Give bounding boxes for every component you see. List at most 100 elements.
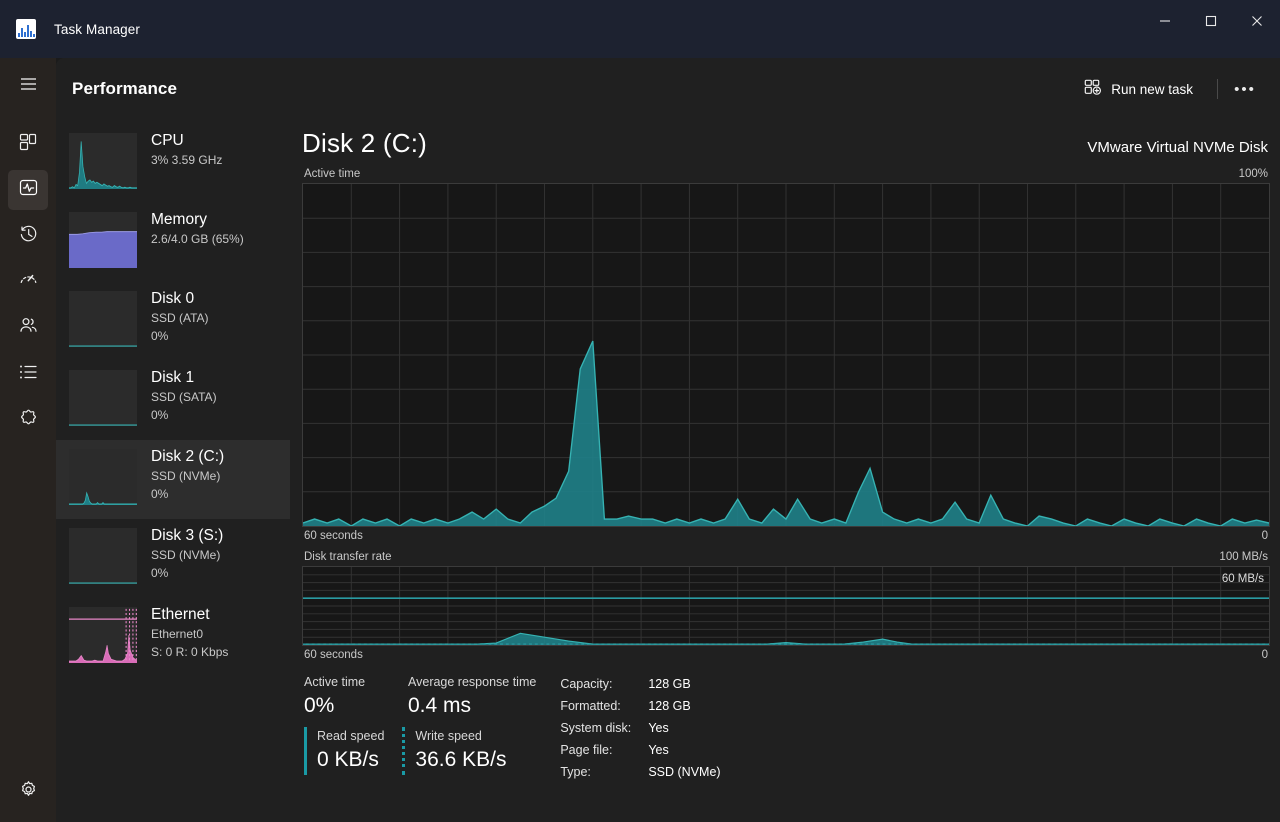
task-manager-icon <box>16 19 36 39</box>
transfer-rate-scale-caption: 60 MB/s <box>1221 573 1264 585</box>
resource-line1: SSD (ATA) <box>151 311 209 325</box>
disk3-thumbnail-graph <box>69 528 137 584</box>
info-key: System disk: <box>560 721 632 735</box>
info-row-system-disk: System disk: Yes <box>560 717 720 739</box>
stat-read-speed: Read speed 0 KB/s <box>304 727 384 775</box>
toolbar-separator <box>1217 79 1218 99</box>
transfer-rate-footer-row: 60 seconds 0 <box>302 646 1270 661</box>
resource-meta: Disk 1 SSD (SATA) 0% <box>151 368 217 424</box>
resource-item-disk-1[interactable]: Disk 1 SSD (SATA) 0% <box>56 361 290 440</box>
info-value: Yes <box>648 743 669 757</box>
resource-item-ethernet[interactable]: Ethernet Ethernet0 S: 0 R: 0 Kbps <box>56 598 290 677</box>
sidebar-item-processes[interactable] <box>8 124 48 164</box>
active-time-label-row: Active time 100% <box>302 159 1270 183</box>
info-row-type: Type: SSD (NVMe) <box>560 761 720 783</box>
hamburger-menu-icon <box>20 77 37 96</box>
maximize-button[interactable] <box>1188 0 1234 42</box>
resource-name: Memory <box>151 211 207 228</box>
info-key: Capacity: <box>560 677 613 691</box>
info-key: Page file: <box>560 743 613 757</box>
resource-line2: 0% <box>151 566 169 580</box>
transfer-rate-label-row: Disk transfer rate 100 MB/s <box>302 542 1270 566</box>
window-title: Task Manager <box>54 21 140 37</box>
resource-line1: 2.6/4.0 GB (65%) <box>151 232 244 246</box>
stats-left-column: Active time 0% Average response time 0.4… <box>304 673 536 783</box>
sidebar-item-details[interactable] <box>8 354 48 394</box>
resource-line1: SSD (NVMe) <box>151 548 221 562</box>
cpu-thumbnail-graph <box>69 133 137 189</box>
resource-item-memory[interactable]: Memory 2.6/4.0 GB (65%) <box>56 203 290 282</box>
resource-name: CPU <box>151 132 184 149</box>
title-bar: Task Manager <box>0 0 1280 58</box>
startup-apps-gauge-icon <box>19 270 38 294</box>
resource-meta: Ethernet Ethernet0 S: 0 R: 0 Kbps <box>151 605 228 661</box>
content-area: Performance Run new task ••• CPU 3% 3.59… <box>56 58 1280 822</box>
detail-subtitle: VMware Virtual NVMe Disk <box>1087 139 1268 156</box>
transfer-rate-max-label: 100 MB/s <box>1219 551 1268 563</box>
disk1-thumbnail-graph <box>69 370 137 426</box>
active-time-graph[interactable] <box>302 183 1270 527</box>
stat-active-time-value: 0% <box>304 694 335 717</box>
title-bar-left: Task Manager <box>0 0 140 58</box>
stat-response-time: Average response time 0.4 ms <box>408 673 536 721</box>
resource-list: CPU 3% 3.59 GHz Memory 2.6/4.0 GB (65%) … <box>56 120 290 822</box>
stat-response-time-value: 0.4 ms <box>408 694 472 717</box>
users-people-icon <box>19 316 38 340</box>
info-row-formatted: Formatted: 128 GB <box>560 695 720 717</box>
run-new-task-icon <box>1084 79 1102 99</box>
info-value: 128 GB <box>648 677 691 691</box>
ethernet-thumbnail-graph <box>69 607 137 663</box>
services-gear-icon <box>19 408 38 432</box>
active-time-footer-left: 60 seconds <box>304 530 363 542</box>
resource-name: Disk 1 <box>151 369 195 386</box>
active-time-max-label: 100% <box>1238 168 1268 180</box>
speed-row: Read speed 0 KB/s Write speed 36.6 KB/s <box>304 727 536 775</box>
resource-line1: 3% 3.59 GHz <box>151 153 223 167</box>
resource-line1: SSD (NVMe) <box>151 469 221 483</box>
stat-response-time-label: Average response time <box>408 675 537 689</box>
sidebar-item-performance[interactable] <box>8 170 48 210</box>
active-time-footer-right: 0 <box>1261 530 1268 542</box>
resource-item-disk-0[interactable]: Disk 0 SSD (ATA) 0% <box>56 282 290 361</box>
disk-info-table: Capacity: 128 GB Formatted: 128 GB Syste… <box>560 673 720 783</box>
resource-item-cpu[interactable]: CPU 3% 3.59 GHz <box>56 124 290 203</box>
resource-name: Disk 0 <box>151 290 195 307</box>
hamburger-menu-button[interactable] <box>8 66 48 106</box>
stat-read-speed-label: Read speed <box>317 729 385 743</box>
window-controls <box>1142 0 1280 42</box>
resource-line2: 0% <box>151 329 169 343</box>
resource-meta: CPU 3% 3.59 GHz <box>151 131 222 169</box>
minimize-button[interactable] <box>1142 0 1188 42</box>
close-button[interactable] <box>1234 0 1280 42</box>
stat-read-speed-value: 0 KB/s <box>317 748 379 771</box>
details-list-icon <box>19 364 37 385</box>
stat-active-time-label: Active time <box>304 675 366 689</box>
resource-meta: Disk 2 (C:) SSD (NVMe) 0% <box>151 447 224 503</box>
resource-item-disk-2[interactable]: Disk 2 (C:) SSD (NVMe) 0% <box>56 440 290 519</box>
resource-item-disk-3[interactable]: Disk 3 (S:) SSD (NVMe) 0% <box>56 519 290 598</box>
resource-name: Disk 3 (S:) <box>151 527 224 544</box>
detail-title: Disk 2 (C:) <box>302 128 427 158</box>
settings-button[interactable] <box>8 772 48 812</box>
resource-line2: 0% <box>151 408 169 422</box>
info-row-capacity: Capacity: 128 GB <box>560 673 720 695</box>
sidebar-item-app-history[interactable] <box>8 216 48 256</box>
detail-header: Disk 2 (C:) VMware Virtual NVMe Disk <box>302 128 1270 159</box>
disk-stats: Active time 0% Average response time 0.4… <box>302 661 1270 783</box>
info-value: Yes <box>648 721 669 735</box>
sidebar-item-services[interactable] <box>8 400 48 440</box>
active-time-label: Active time <box>304 168 361 180</box>
more-options-button[interactable]: ••• <box>1228 74 1262 104</box>
resource-line2: S: 0 R: 0 Kbps <box>151 645 229 659</box>
resource-meta: Memory 2.6/4.0 GB (65%) <box>151 210 244 248</box>
task-manager-window: Task Manager Performance Run new task ••… <box>0 0 1280 822</box>
memory-thumbnail-graph <box>69 212 137 268</box>
app-history-clock-icon <box>19 224 38 248</box>
processes-icon <box>19 133 37 156</box>
transfer-rate-graph[interactable]: 60 MB/s <box>302 566 1270 646</box>
toolbar: Performance Run new task ••• <box>56 58 1280 120</box>
sidebar-item-users[interactable] <box>8 308 48 348</box>
resource-line1: Ethernet0 <box>151 627 204 641</box>
run-new-task-button[interactable]: Run new task <box>1074 73 1203 105</box>
sidebar-item-startup-apps[interactable] <box>8 262 48 302</box>
